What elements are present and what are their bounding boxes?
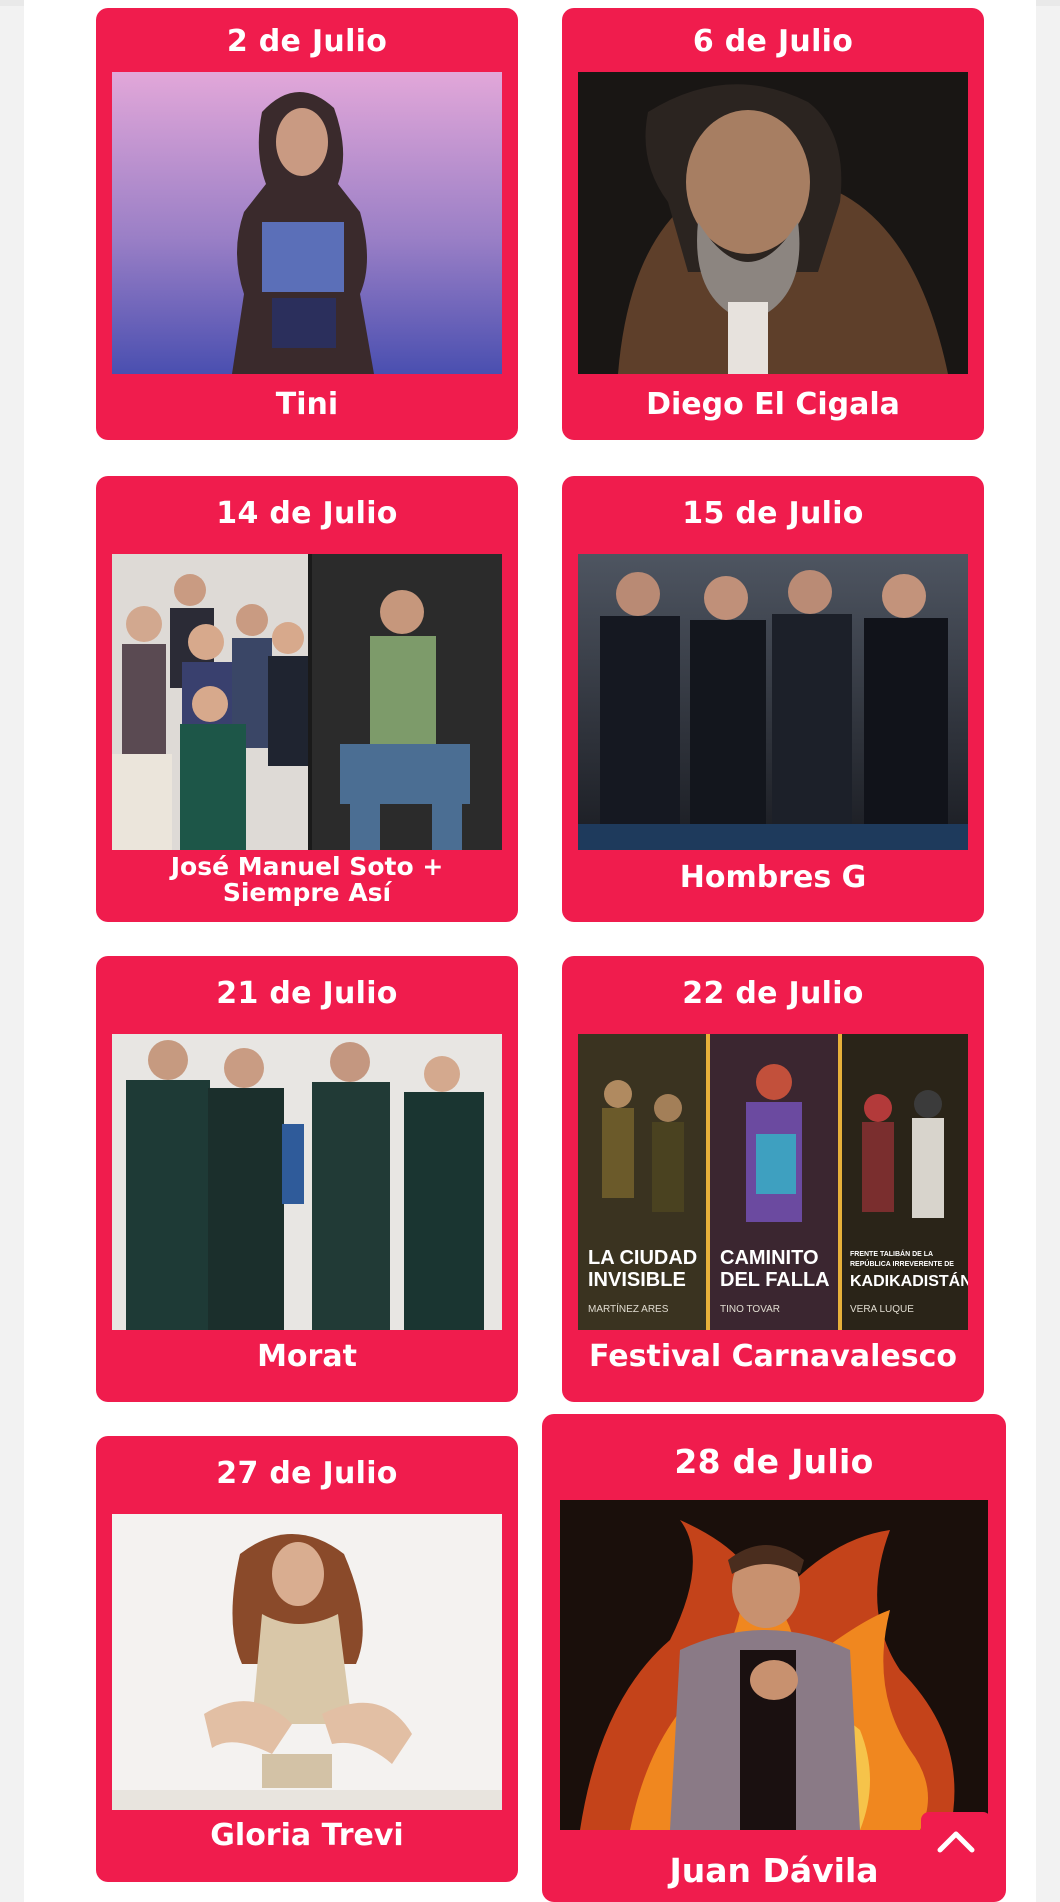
event-date: 22 de Julio xyxy=(682,976,864,1011)
event-photo-hombres-g[interactable] xyxy=(578,554,968,850)
chevron-up-icon xyxy=(937,1831,975,1853)
event-photo-jose-manuel-soto-siempre-asi[interactable] xyxy=(112,554,502,850)
event-date: 14 de Julio xyxy=(216,496,398,531)
event-artist-name: Hombres G xyxy=(679,860,867,895)
event-date: 6 de Julio xyxy=(692,24,854,59)
poster-title: KADIKADISTÁN xyxy=(850,1271,968,1290)
event-artist-name-line-1: José Manuel Soto + xyxy=(170,852,444,881)
event-artist-name: Tini xyxy=(275,387,339,422)
event-date: 15 de Julio xyxy=(682,496,864,531)
event-card-morat[interactable]: 21 de Julio Morat xyxy=(96,956,518,1402)
event-card-diego-el-cigala[interactable]: 6 de Julio Diego El Cigala xyxy=(562,8,984,440)
event-artist-name-line-2: Siempre Así xyxy=(222,877,392,907)
event-photo-morat[interactable] xyxy=(112,1034,502,1330)
event-card-gloria-trevi[interactable]: 27 de Julio Gloria Trevi xyxy=(96,1436,518,1882)
back-to-top-button[interactable] xyxy=(921,1812,991,1874)
poster-author: TINO TOVAR xyxy=(720,1304,780,1315)
poster-author: MARTÍNEZ ARES xyxy=(588,1302,669,1315)
poster-author: VERA LUQUE xyxy=(850,1304,914,1315)
poster-title: INVISIBLE xyxy=(588,1269,686,1291)
poster-subtitle: REPÚBLICA IRREVERENTE DE xyxy=(850,1259,954,1268)
event-photo-juan-davila[interactable] xyxy=(560,1500,988,1830)
event-card-jose-manuel-soto-siempre-asi[interactable]: 14 de Julio José Manuel Soto + Siempre A… xyxy=(96,476,518,922)
event-card-tini[interactable]: 2 de Julio Tini xyxy=(96,8,518,440)
poster-title: LA CIUDAD xyxy=(588,1247,697,1269)
event-date: 28 de Julio xyxy=(674,1442,874,1481)
event-artist-name: Festival Carnavalesco xyxy=(589,1339,957,1374)
poster-subtitle: FRENTE TALIBÁN DE LA xyxy=(850,1249,933,1258)
event-photo-tini[interactable] xyxy=(112,72,502,374)
event-date: 21 de Julio xyxy=(216,976,398,1011)
event-card-festival-carnavalesco[interactable]: 22 de Julio LA CIUDAD INVISIBLE MARTÍNEZ… xyxy=(562,956,984,1402)
event-artist-name: José Manuel Soto + Siempre Así xyxy=(96,854,518,905)
poster-title: CAMINITO xyxy=(720,1247,819,1269)
event-photo-diego-el-cigala[interactable] xyxy=(578,72,968,374)
event-artist-name: Diego El Cigala xyxy=(646,387,900,422)
event-card-hombres-g[interactable]: 15 de Julio Hombres G xyxy=(562,476,984,922)
event-photo-festival-carnavalesco[interactable]: LA CIUDAD INVISIBLE MARTÍNEZ ARES CAMINI… xyxy=(578,1034,968,1330)
poster-title: DEL FALLA xyxy=(720,1269,830,1291)
event-artist-name: Gloria Trevi xyxy=(210,1818,404,1853)
event-artist-name: Morat xyxy=(257,1339,357,1374)
event-date: 27 de Julio xyxy=(216,1456,398,1491)
event-date: 2 de Julio xyxy=(226,24,388,59)
event-photo-gloria-trevi[interactable] xyxy=(112,1514,502,1810)
